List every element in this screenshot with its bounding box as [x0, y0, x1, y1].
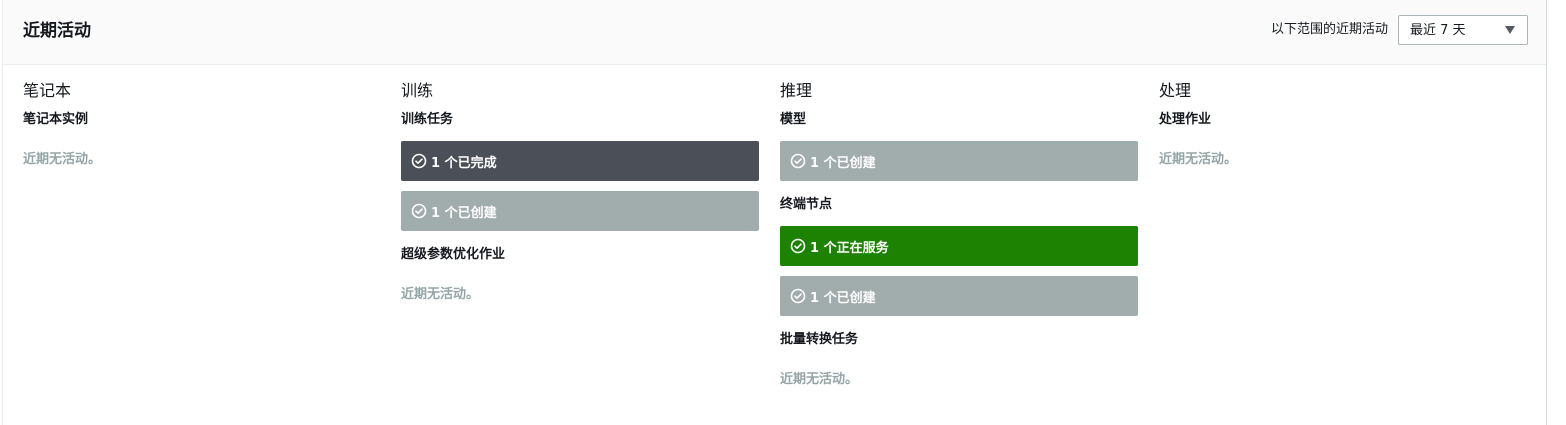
status-bar-in-service[interactable]: 1 个正在服务 [780, 226, 1138, 266]
column-inference: 推理 模型 1 个已创建 终端节点 1 个正在服务 1 个已创建 批量转换任务 … [780, 80, 1138, 389]
column-title: 推理 [780, 81, 813, 100]
time-range-value: 最近 7 天 [1410, 23, 1466, 38]
panel-header: 近期活动 以下范围的近期活动 最近 7 天 [3, 0, 1546, 65]
status-bar-created[interactable]: 1 个已创建 [401, 191, 759, 231]
empty-message: 近期无活动。 [1159, 152, 1238, 167]
section-label: 终端节点 [780, 197, 833, 212]
column-training: 训练 训练任务 1 个已完成 1 个已创建 超级参数优化作业 近期无活动。 [401, 80, 759, 304]
column-title: 笔记本 [23, 81, 72, 100]
status-bar-label: 1 个已创建 [810, 155, 876, 171]
section-label: 批量转换任务 [780, 332, 859, 347]
check-circle-icon [790, 288, 806, 304]
column-title: 训练 [401, 81, 434, 100]
status-bar-label: 1 个正在服务 [810, 240, 889, 256]
column-processing: 处理 处理作业 近期无活动。 [1159, 80, 1517, 169]
section-label: 超级参数优化作业 [401, 247, 506, 262]
status-bar-label: 1 个已完成 [431, 155, 497, 171]
section-label: 模型 [780, 112, 807, 127]
empty-message: 近期无活动。 [401, 287, 480, 302]
column-title: 处理 [1159, 81, 1192, 100]
caret-down-icon [1505, 26, 1515, 34]
recent-activity-panel: 近期活动 以下范围的近期活动 最近 7 天 笔记本 笔记本实例 近期无活动。 训… [2, 0, 1547, 425]
section-label: 处理作业 [1159, 112, 1212, 127]
check-circle-icon [790, 238, 806, 254]
time-range-select[interactable]: 最近 7 天 [1398, 15, 1528, 45]
status-bar-created[interactable]: 1 个已创建 [780, 141, 1138, 181]
section-label: 笔记本实例 [23, 112, 89, 127]
status-bar-created[interactable]: 1 个已创建 [780, 276, 1138, 316]
check-circle-icon [411, 153, 427, 169]
section-label: 训练任务 [401, 112, 454, 127]
status-bar-label: 1 个已创建 [810, 290, 876, 306]
column-notebook: 笔记本 笔记本实例 近期无活动。 [23, 80, 381, 169]
empty-message: 近期无活动。 [23, 152, 102, 167]
check-circle-icon [790, 153, 806, 169]
status-bar-label: 1 个已创建 [431, 205, 497, 221]
panel-title: 近期活动 [23, 21, 91, 41]
range-label: 以下范围的近期活动 [1270, 22, 1388, 37]
check-circle-icon [411, 203, 427, 219]
status-bar-completed[interactable]: 1 个已完成 [401, 141, 759, 181]
empty-message: 近期无活动。 [780, 372, 859, 387]
